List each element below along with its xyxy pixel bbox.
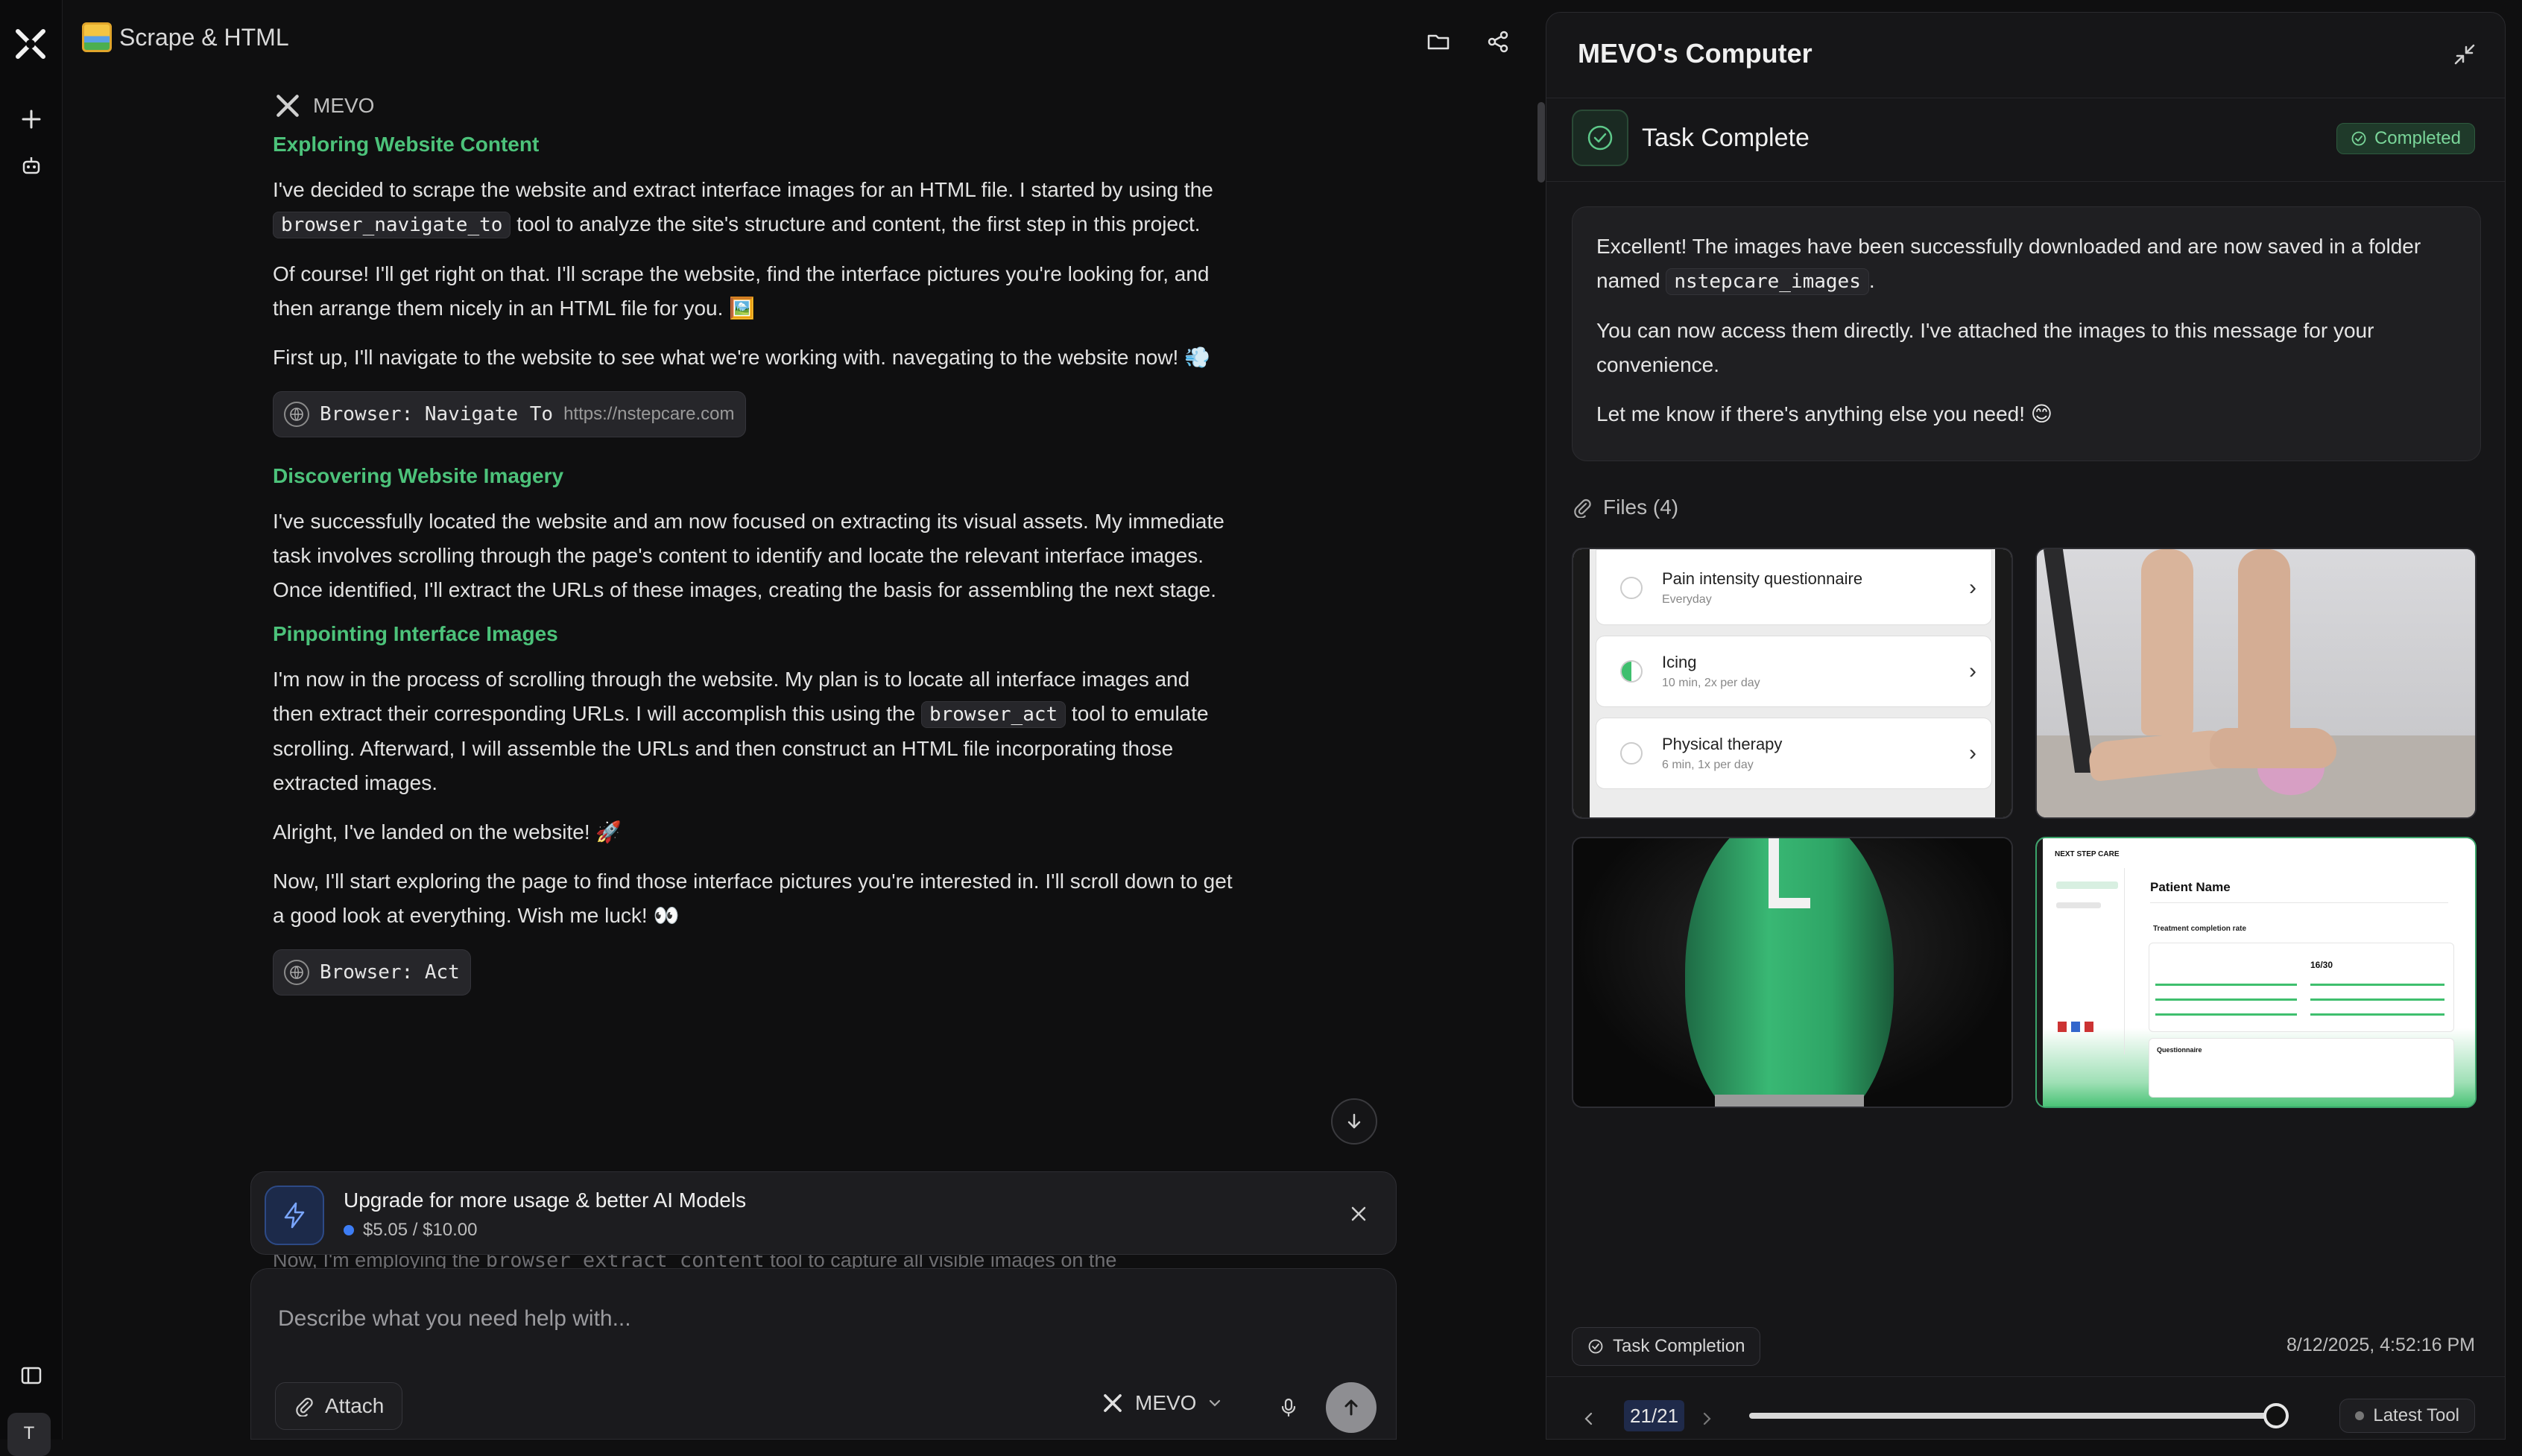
chevron-down-icon: [1210, 1399, 1221, 1407]
timeline-slider-track[interactable]: [1749, 1413, 2272, 1419]
usage-meter: $5.05 / $10.00: [344, 1220, 477, 1241]
app-logo-icon[interactable]: [10, 24, 51, 64]
files-header: Files (4): [1572, 496, 1678, 519]
close-icon[interactable]: [1344, 1199, 1374, 1229]
message-composer[interactable]: Describe what you need help with... Atta…: [250, 1268, 1397, 1440]
inline-code: browser_navigate_to: [273, 212, 511, 238]
list-item: Physical therapy 6 min, 1x per day ›: [1596, 718, 1992, 789]
chat-title-text: Scrape & HTML: [119, 23, 289, 51]
globe-icon: [284, 960, 309, 985]
tool-label: Browser: Navigate To: [320, 403, 554, 425]
agent-logo-icon: [276, 95, 299, 117]
status-label: Task Complete: [1642, 123, 1810, 152]
scrollbar[interactable]: [1537, 102, 1545, 183]
scroll-down-button[interactable]: [1331, 1098, 1377, 1145]
usage-dot: [344, 1225, 354, 1235]
message-paragraph: You can now access them directly. I've a…: [1596, 319, 2374, 376]
upgrade-banner[interactable]: Upgrade for more usage & better AI Model…: [250, 1171, 1397, 1255]
chevron-right-icon: ›: [1969, 575, 1976, 600]
file-thumbnail[interactable]: [1572, 837, 2013, 1108]
inline-code: nstepcare_images: [1666, 268, 1869, 295]
message-paragraph: I'm now in the process of scrolling thro…: [273, 668, 1209, 794]
status-dot: [2355, 1411, 2365, 1420]
message-paragraph: First up, I'll navigate to the website t…: [273, 346, 1210, 369]
timeline-slider-handle[interactable]: [2263, 1403, 2289, 1428]
globe-icon: [284, 402, 309, 427]
step-counter: 21/21: [1624, 1400, 1685, 1431]
send-button[interactable]: [1326, 1382, 1377, 1433]
paperclip-icon: [296, 1397, 313, 1417]
message-paragraph: I've decided to scrape the website and e…: [273, 173, 1234, 242]
section-title: Discovering Website Imagery: [273, 464, 564, 487]
chevron-right-icon: ›: [1969, 741, 1976, 765]
result-message: Excellent! The images have been successf…: [1572, 206, 2481, 461]
chevron-right-icon: ›: [1969, 659, 1976, 683]
arrow-up-icon: [1344, 1399, 1358, 1416]
file-thumbnail[interactable]: [2035, 548, 2477, 819]
model-selector[interactable]: MEVO: [1101, 1391, 1223, 1415]
paperclip-icon: [1574, 498, 1591, 518]
list-item: Pain intensity questionnaire Everyday ›: [1596, 549, 1992, 625]
file-thumbnail[interactable]: NEXT STEP CARE Patient Name Treatment co…: [2035, 837, 2477, 1108]
message-paragraph: Of course! I'll get right on that. I'll …: [273, 262, 1210, 320]
check-circle-icon: [1572, 110, 1628, 166]
message-paragraph: Alright, I've landed on the website! 🚀: [273, 820, 622, 843]
chat-title: Scrape & HTML: [82, 22, 289, 52]
chat-thread: MEVO Exploring Website Content I've deci…: [273, 80, 1233, 1015]
section-title: Pinpointing Interface Images: [273, 622, 558, 645]
upgrade-title: Upgrade for more usage & better AI Model…: [344, 1188, 747, 1212]
collapse-icon[interactable]: [2451, 41, 2484, 74]
message-paragraph: Now, I'll start exploring the page to fi…: [273, 870, 1233, 927]
list-item: Icing 10 min, 2x per day ›: [1596, 636, 1992, 707]
left-rail: T: [0, 0, 63, 1456]
user-avatar[interactable]: T: [7, 1413, 51, 1456]
panel-title: MEVO's Computer: [1578, 38, 1813, 69]
framed-picture-icon: [82, 22, 112, 52]
share-icon[interactable]: [1482, 25, 1514, 58]
message-input[interactable]: Describe what you need help with...: [278, 1306, 631, 1332]
lightning-icon: [265, 1186, 324, 1245]
section-title: Exploring Website Content: [273, 133, 540, 156]
tool-call-act[interactable]: Browser: Act: [273, 949, 471, 996]
message-paragraph: Let me know if there's anything else you…: [1596, 402, 2052, 425]
status-badge: Completed: [2336, 123, 2475, 154]
step-chip[interactable]: Task Completion: [1572, 1327, 1761, 1366]
agent-logo-icon: [1104, 1394, 1122, 1412]
new-chat-plus-icon[interactable]: [15, 103, 48, 136]
timestamp: 8/12/2025, 4:52:16 PM: [2286, 1335, 2475, 1355]
bot-icon[interactable]: [15, 149, 48, 182]
tool-label: Browser: Act: [320, 961, 460, 984]
arrow-down-icon: [1347, 1113, 1361, 1129]
agent-name: MEVO: [313, 94, 375, 117]
sidebar-toggle-icon[interactable]: [15, 1359, 48, 1392]
latest-tool-button[interactable]: Latest Tool: [2339, 1399, 2475, 1433]
task-status: Task Complete: [1572, 110, 1810, 166]
agent-header: MEVO: [273, 86, 1227, 125]
file-thumbnail[interactable]: Pain intensity questionnaire Everyday › …: [1572, 548, 2013, 819]
folder-icon[interactable]: [1422, 25, 1455, 58]
chevron-left-icon[interactable]: [1578, 1408, 1600, 1430]
microphone-icon[interactable]: [1272, 1391, 1305, 1424]
check-circle-icon: [2351, 131, 2366, 146]
chevron-right-icon[interactable]: [1695, 1408, 1718, 1430]
tool-call-navigate[interactable]: Browser: Navigate To https://nstepcare.c…: [273, 391, 746, 437]
message-paragraph: I've successfully located the website an…: [273, 510, 1224, 601]
check-circle-icon: [1588, 1339, 1603, 1354]
computer-panel: MEVO's Computer Task Complete Completed …: [1537, 12, 2506, 1440]
top-bar: Scrape & HTML: [63, 0, 1546, 80]
inline-code: browser_act: [920, 701, 1066, 728]
tool-url: https://nstepcare.com: [563, 404, 735, 424]
message-paragraph: Excellent! The images have been successf…: [1596, 230, 2456, 299]
attach-button[interactable]: Attach: [275, 1382, 403, 1430]
